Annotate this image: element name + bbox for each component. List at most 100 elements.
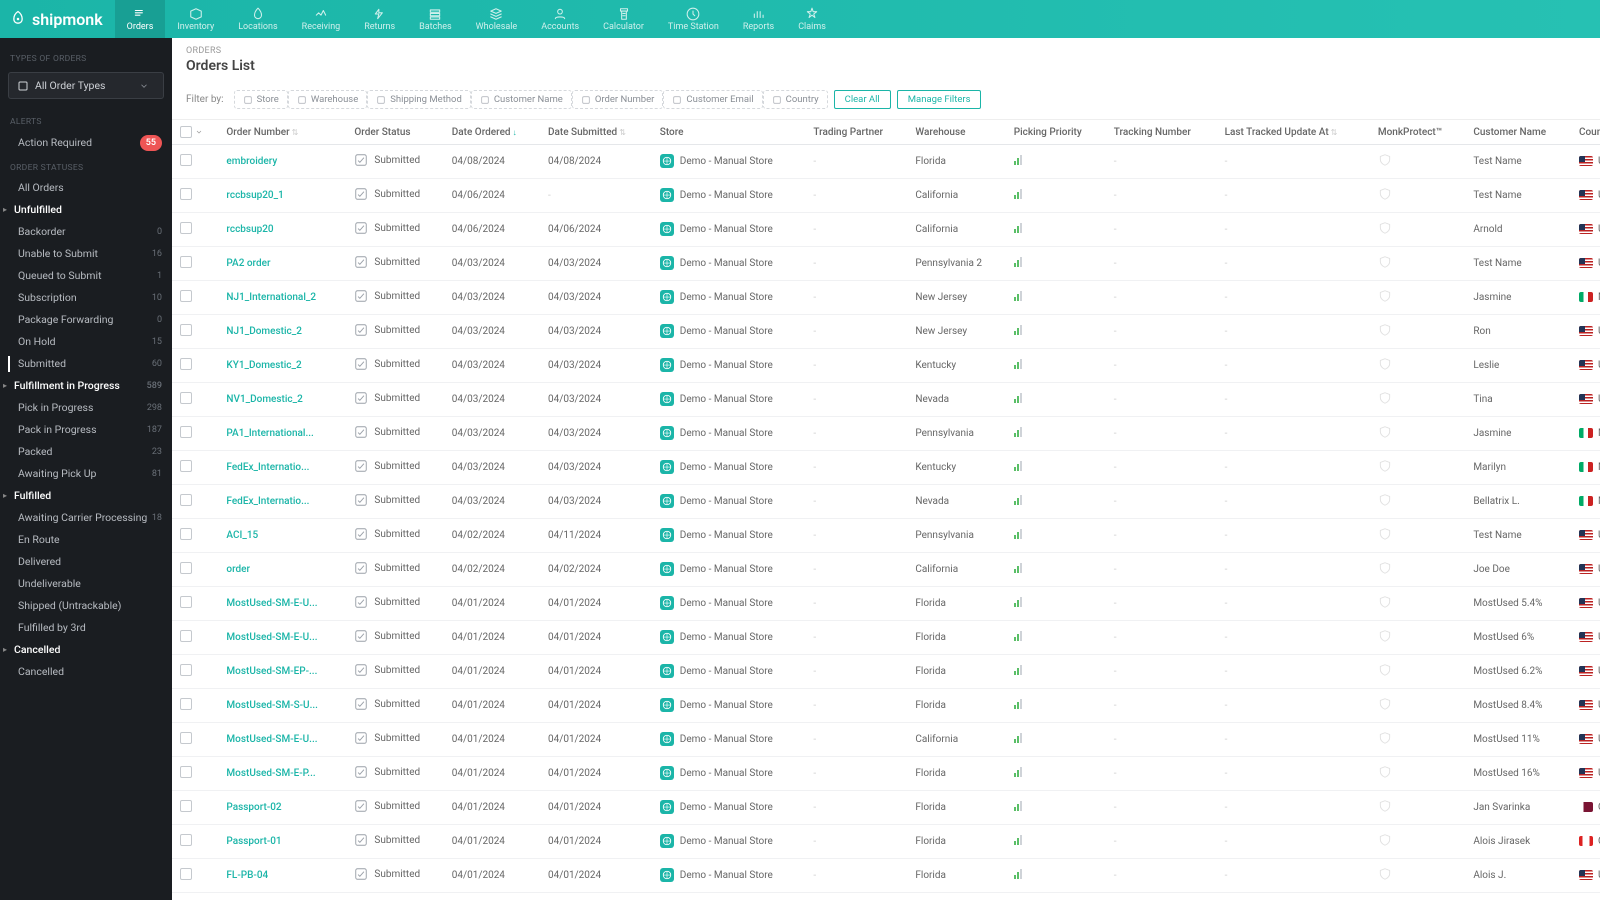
- col-picking-priority[interactable]: Picking Priority: [1006, 120, 1106, 145]
- topnav-receiving[interactable]: Receiving: [290, 0, 353, 38]
- col-store[interactable]: Store: [652, 120, 806, 145]
- row-checkbox[interactable]: [180, 392, 192, 404]
- orders-table-wrap[interactable]: Order Number⇅Order StatusDate Ordered↓Da…: [172, 120, 1600, 900]
- sidebar-item-submitted[interactable]: Submitted60: [0, 353, 172, 375]
- order-number-link[interactable]: PA1_International...: [218, 417, 346, 451]
- table-row[interactable]: KY1_Domestic_2Submitted04/03/202404/03/2…: [172, 349, 1600, 383]
- row-checkbox[interactable]: [180, 868, 192, 880]
- table-row[interactable]: MostUsed-SM-S-U...Submitted04/01/202404/…: [172, 689, 1600, 723]
- order-number-link[interactable]: FL-PB-04: [218, 859, 346, 893]
- order-number-link[interactable]: MostUsed-SM-E-P...: [218, 757, 346, 791]
- manage-filters-button[interactable]: Manage Filters: [897, 90, 982, 109]
- table-row[interactable]: Passport-02Submitted04/01/202404/01/2024…: [172, 791, 1600, 825]
- sidebar-all-orders[interactable]: All Orders: [0, 177, 172, 199]
- topnav-reports[interactable]: Reports: [731, 0, 786, 38]
- order-number-link[interactable]: MostUsed-SM-E-U...: [218, 723, 346, 757]
- filter-chip-store[interactable]: Store: [234, 90, 288, 109]
- row-checkbox[interactable]: [180, 154, 192, 166]
- order-types-dropdown[interactable]: All Order Types: [8, 72, 164, 99]
- table-row[interactable]: MostUsed-SM-E-U...Submitted04/01/202404/…: [172, 723, 1600, 757]
- order-number-link[interactable]: FedEx_Internatio...: [218, 485, 346, 519]
- brand-logo[interactable]: shipmonk: [8, 9, 103, 29]
- row-checkbox[interactable]: [180, 596, 192, 608]
- table-row[interactable]: FL-PB-04Submitted04/01/202404/01/2024Dem…: [172, 859, 1600, 893]
- sidebar-item-pack-in-progress[interactable]: Pack in Progress187: [0, 419, 172, 441]
- col-customer-name[interactable]: Customer Name: [1465, 120, 1571, 145]
- col-trading-partner[interactable]: Trading Partner: [805, 120, 907, 145]
- col-date-ordered[interactable]: Date Ordered↓: [444, 120, 540, 145]
- sidebar-item-fulfilled-by-3rd[interactable]: Fulfilled by 3rd: [0, 617, 172, 639]
- sidebar-item-delivered[interactable]: Delivered: [0, 551, 172, 573]
- sidebar-item-awaiting-carrier-processing[interactable]: Awaiting Carrier Processing18: [0, 507, 172, 529]
- sidebar-item-awaiting-pick-up[interactable]: Awaiting Pick Up81: [0, 463, 172, 485]
- sidebar-item-on-hold[interactable]: On Hold15: [0, 331, 172, 353]
- row-checkbox[interactable]: [180, 698, 192, 710]
- col-tracking-number[interactable]: Tracking Number: [1106, 120, 1217, 145]
- order-number-link[interactable]: rccbsup20: [218, 213, 346, 247]
- row-checkbox[interactable]: [180, 664, 192, 676]
- sidebar-action-required[interactable]: Action Required 55: [0, 131, 172, 155]
- col-date-submitted[interactable]: Date Submitted⇅: [540, 120, 652, 145]
- sidebar-item-cancelled[interactable]: Cancelled: [0, 661, 172, 683]
- table-row[interactable]: rccbsup20_1Submitted04/06/2024-Demo - Ma…: [172, 179, 1600, 213]
- table-row[interactable]: MostUsed-SM-E-U...Submitted04/01/202404/…: [172, 587, 1600, 621]
- row-checkbox[interactable]: [180, 528, 192, 540]
- order-number-link[interactable]: ACI_15: [218, 519, 346, 553]
- sidebar-item-backorder[interactable]: Backorder0: [0, 221, 172, 243]
- topnav-accounts[interactable]: Accounts: [529, 0, 591, 38]
- row-checkbox[interactable]: [180, 426, 192, 438]
- row-checkbox[interactable]: [180, 460, 192, 472]
- table-row[interactable]: MostUsed-SM-EP-...Submitted04/01/202404/…: [172, 655, 1600, 689]
- topnav-batches[interactable]: Batches: [407, 0, 464, 38]
- order-number-link[interactable]: MostUsed-SM-E-U...: [218, 587, 346, 621]
- row-checkbox[interactable]: [180, 222, 192, 234]
- order-number-link[interactable]: NJ1_Domestic_2: [218, 315, 346, 349]
- row-checkbox[interactable]: [180, 766, 192, 778]
- col-order-number[interactable]: Order Number⇅: [218, 120, 346, 145]
- table-row[interactable]: orderSubmitted04/02/202404/02/2024Demo -…: [172, 553, 1600, 587]
- order-number-link[interactable]: order: [218, 553, 346, 587]
- topnav-time-station[interactable]: Time Station: [656, 0, 731, 38]
- table-row[interactable]: rccbsup20Submitted04/06/202404/06/2024De…: [172, 213, 1600, 247]
- row-checkbox[interactable]: [180, 630, 192, 642]
- clear-all-button[interactable]: Clear All: [834, 90, 891, 109]
- topnav-inventory[interactable]: Inventory: [165, 0, 226, 38]
- sidebar-item-pick-in-progress[interactable]: Pick in Progress298: [0, 397, 172, 419]
- row-checkbox[interactable]: [180, 188, 192, 200]
- order-number-link[interactable]: NV1_Domestic_2: [218, 383, 346, 417]
- sidebar-item-en-route[interactable]: En Route: [0, 529, 172, 551]
- sidebar-item-package-forwarding[interactable]: Package Forwarding0: [0, 309, 172, 331]
- order-number-link[interactable]: FL-PB-03: [218, 893, 346, 900]
- table-row[interactable]: MostUsed-SM-E-P...Submitted04/01/202404/…: [172, 757, 1600, 791]
- filter-chip-shipping-method[interactable]: Shipping Method: [367, 90, 471, 109]
- col-monkprotect-[interactable]: MonkProtect™: [1370, 120, 1465, 145]
- sidebar-group-fulfilled[interactable]: ▸Fulfilled: [0, 485, 172, 507]
- col-last-tracked-update-at[interactable]: Last Tracked Update At⇅: [1217, 120, 1370, 145]
- sidebar-item-shipped-untrackable-[interactable]: Shipped (Untrackable): [0, 595, 172, 617]
- table-row[interactable]: embroiderySubmitted04/08/202404/08/2024D…: [172, 145, 1600, 179]
- row-checkbox[interactable]: [180, 256, 192, 268]
- order-number-link[interactable]: Passport-02: [218, 791, 346, 825]
- order-number-link[interactable]: embroidery: [218, 145, 346, 179]
- table-row[interactable]: FedEx_Internatio...Submitted04/03/202404…: [172, 451, 1600, 485]
- topnav-locations[interactable]: Locations: [226, 0, 289, 38]
- sidebar-group-unfulfilled[interactable]: ▸Unfulfilled: [0, 199, 172, 221]
- filter-chip-country[interactable]: Country: [763, 90, 828, 109]
- topnav-claims[interactable]: Claims: [786, 0, 838, 38]
- order-number-link[interactable]: Passport-01: [218, 825, 346, 859]
- table-row[interactable]: NV1_Domestic_2Submitted04/03/202404/03/2…: [172, 383, 1600, 417]
- order-number-link[interactable]: MostUsed-SM-E-U...: [218, 621, 346, 655]
- order-number-link[interactable]: PA2 order: [218, 247, 346, 281]
- table-row[interactable]: PA2 orderSubmitted04/03/202404/03/2024De…: [172, 247, 1600, 281]
- row-checkbox[interactable]: [180, 494, 192, 506]
- table-row[interactable]: NJ1_Domestic_2Submitted04/03/202404/03/2…: [172, 315, 1600, 349]
- select-all-checkbox[interactable]: [180, 126, 192, 138]
- col-country[interactable]: Country: [1571, 120, 1600, 145]
- sidebar-item-packed[interactable]: Packed23: [0, 441, 172, 463]
- col-order-status[interactable]: Order Status: [346, 120, 443, 145]
- filter-chip-warehouse[interactable]: Warehouse: [288, 90, 367, 109]
- col-warehouse[interactable]: Warehouse: [907, 120, 1005, 145]
- row-checkbox[interactable]: [180, 732, 192, 744]
- sidebar-item-queued-to-submit[interactable]: Queued to Submit1: [0, 265, 172, 287]
- filter-chip-customer-name[interactable]: Customer Name: [471, 90, 572, 109]
